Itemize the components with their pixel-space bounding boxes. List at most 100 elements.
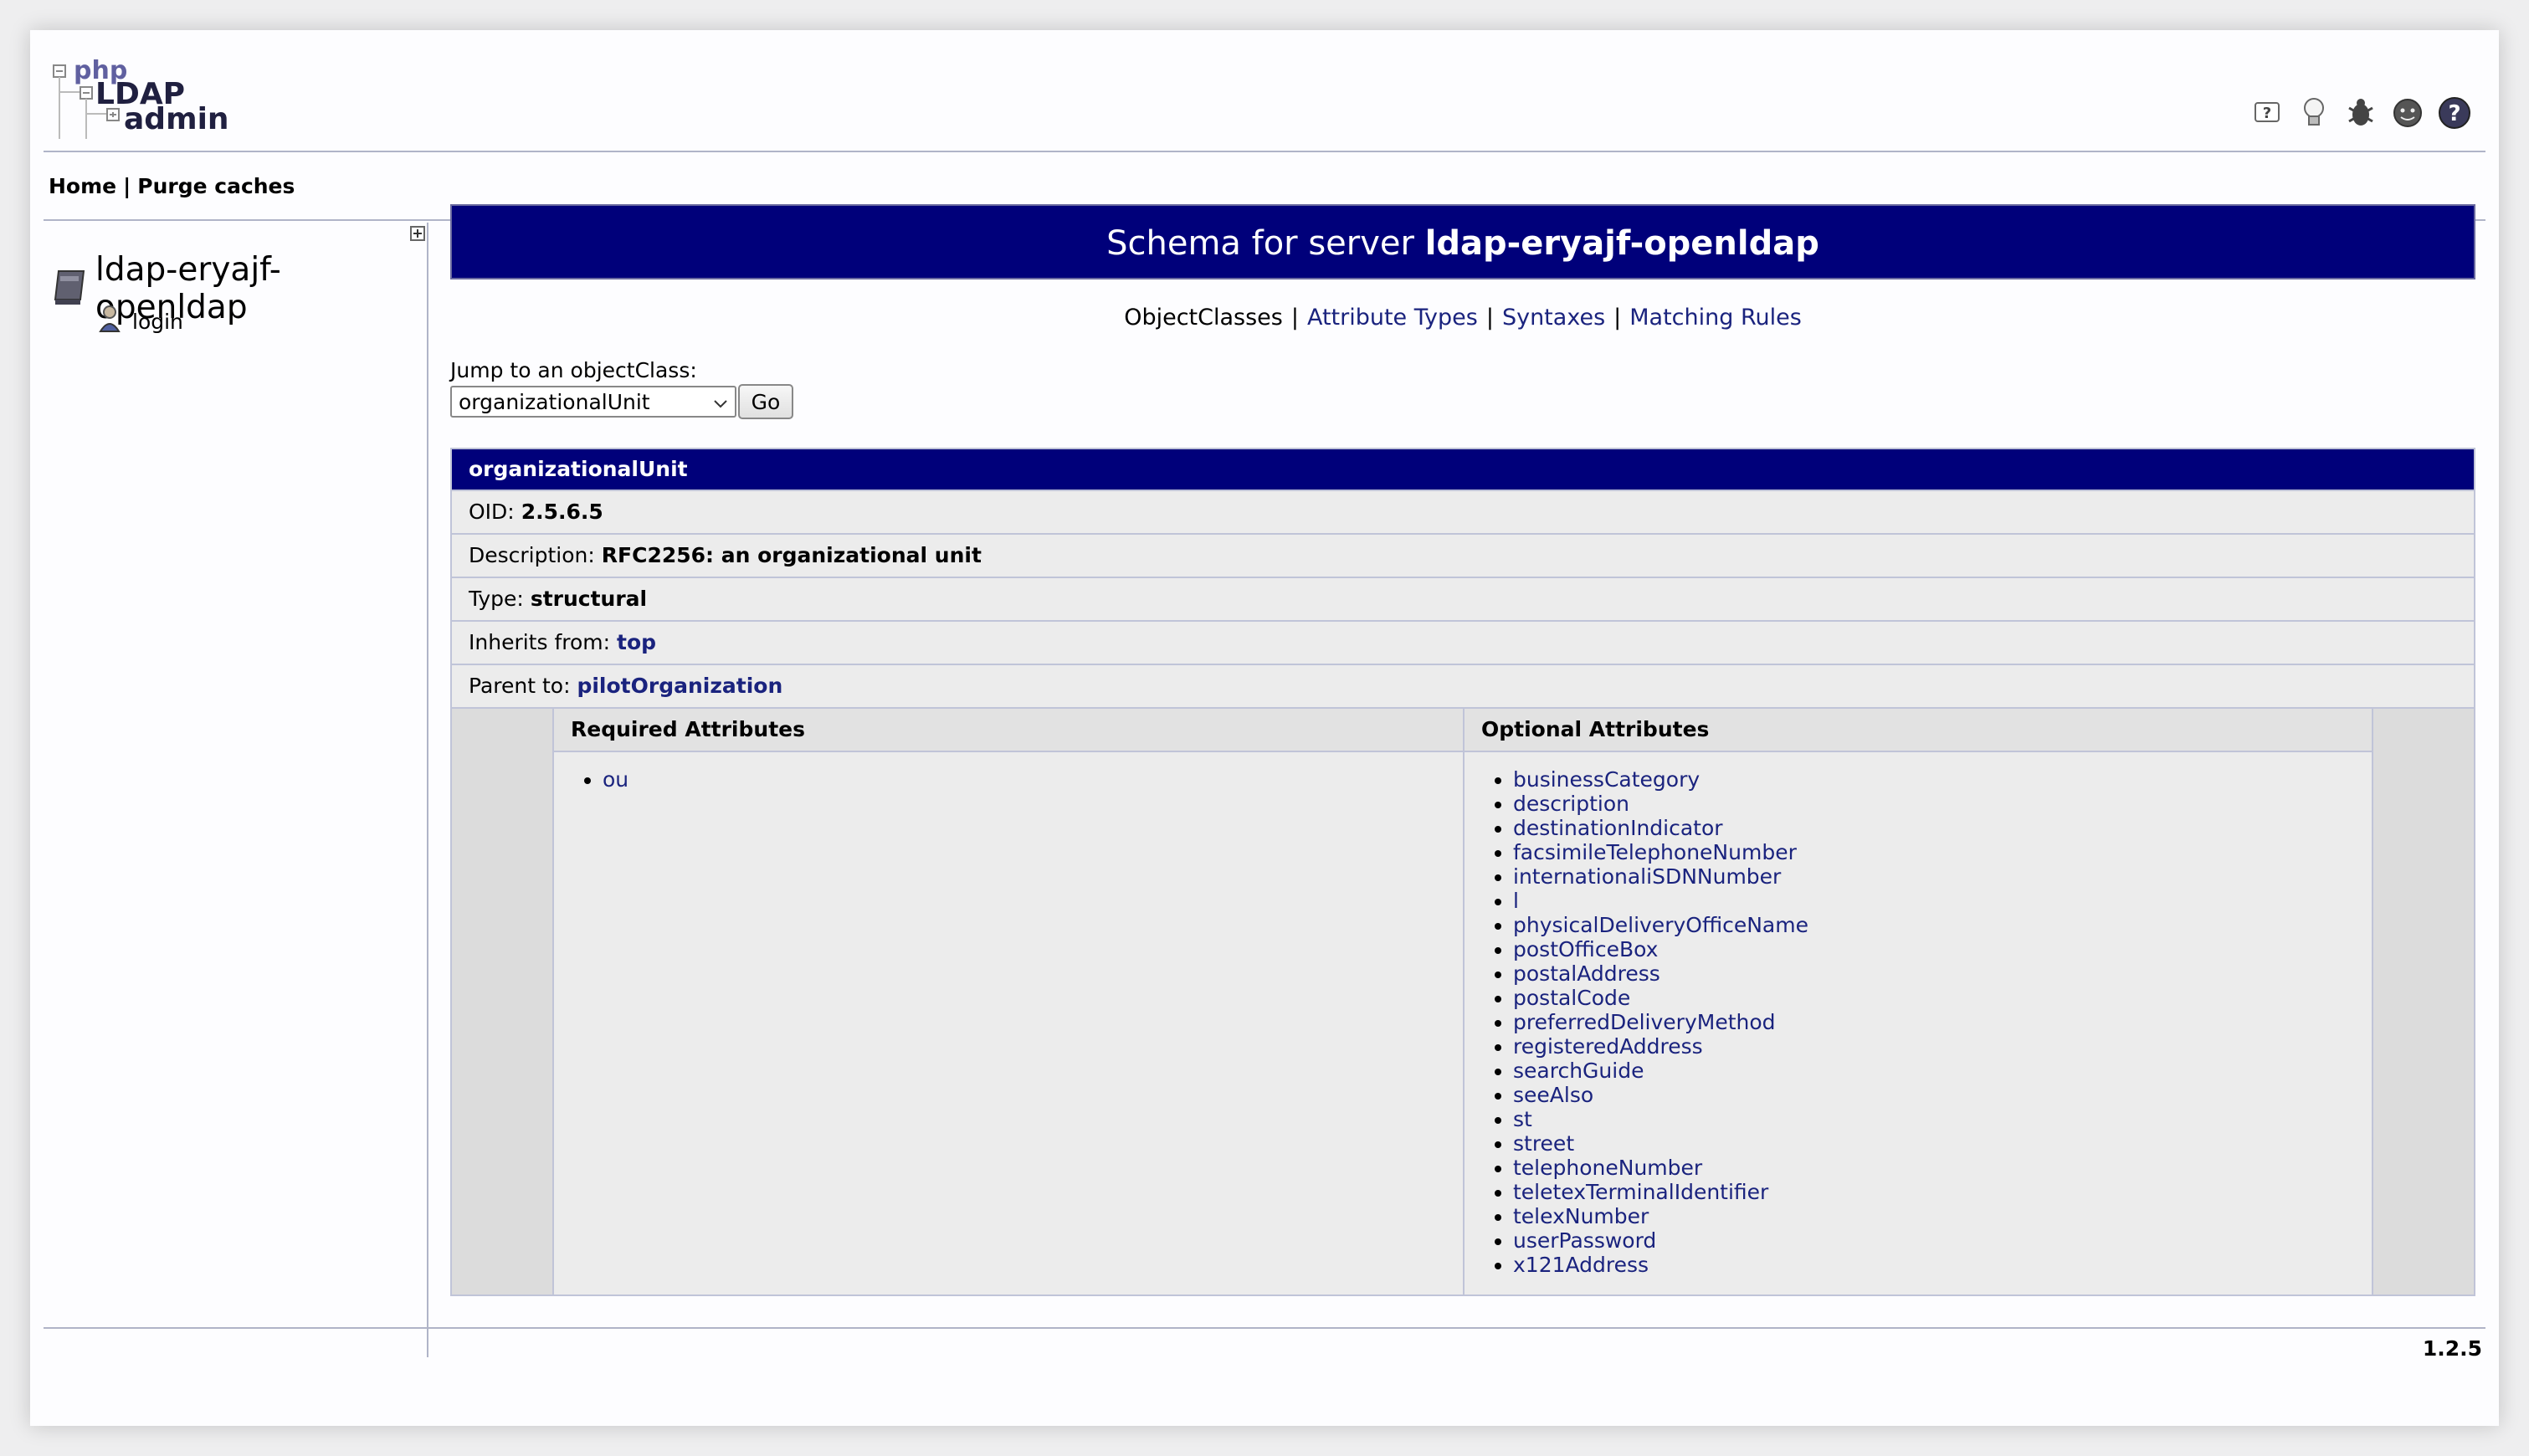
objectclass-select[interactable]: organizationalUnit	[450, 386, 736, 418]
attribute-list-item: registeredAddress	[1513, 1034, 2372, 1059]
purge-caches-link[interactable]: Purge caches	[137, 174, 295, 198]
parent-row: Parent to: pilotOrganization	[452, 664, 2474, 707]
attribute-list-item: ou	[603, 767, 1463, 792]
oid-row: OID: 2.5.6.5	[452, 490, 2474, 533]
inherits-label: Inherits from:	[469, 630, 611, 654]
attribute-link[interactable]: telexNumber	[1513, 1204, 1649, 1228]
attribute-link[interactable]: destinationIndicator	[1513, 816, 1723, 840]
attributes-section: Required Attributes ou Optional Attribut…	[452, 707, 2474, 1295]
inherits-row: Inherits from: top	[452, 620, 2474, 664]
parent-label: Parent to:	[469, 674, 571, 698]
attribute-link[interactable]: st	[1513, 1107, 1532, 1131]
attribute-list-item: postalCode	[1513, 986, 2372, 1010]
optional-attributes-column: Optional Attributes businessCategorydesc…	[1463, 709, 2373, 1295]
attribute-link[interactable]: registeredAddress	[1513, 1034, 1703, 1059]
attribute-list-item: destinationIndicator	[1513, 816, 2372, 840]
expand-icon[interactable]	[410, 226, 425, 241]
bug-icon[interactable]	[2342, 94, 2380, 132]
tab-objectclasses: ObjectClasses	[1124, 305, 1283, 331]
phpldapadmin-logo[interactable]: php LDAP admin	[52, 55, 236, 147]
attribute-link[interactable]: x121Address	[1513, 1253, 1649, 1277]
attribute-link[interactable]: teletexTerminalIdentifier	[1513, 1180, 1768, 1204]
oid-value: 2.5.6.5	[521, 500, 603, 524]
description-label: Description:	[469, 543, 595, 567]
attribute-link[interactable]: searchGuide	[1513, 1059, 1644, 1083]
attribute-link[interactable]: facsimileTelephoneNumber	[1513, 840, 1797, 864]
menu-separator: |	[123, 174, 131, 198]
oid-label: OID:	[469, 500, 515, 524]
help-icon[interactable]: ?	[2248, 94, 2286, 132]
type-value: structural	[530, 587, 648, 611]
svg-text:admin: admin	[124, 102, 229, 136]
attribute-link[interactable]: physicalDeliveryOfficeName	[1513, 913, 1808, 937]
tab-attribute-types[interactable]: Attribute Types	[1307, 305, 1478, 331]
type-label: Type:	[469, 587, 524, 611]
attribute-link[interactable]: seeAlso	[1513, 1083, 1593, 1107]
attribute-list-item: userPassword	[1513, 1228, 2372, 1253]
svg-text:?: ?	[2448, 101, 2460, 126]
attribute-list-item: st	[1513, 1107, 2372, 1131]
required-attributes-list: ou	[554, 767, 1463, 792]
attribute-link[interactable]: telephoneNumber	[1513, 1156, 1702, 1180]
chevron-down-icon	[713, 390, 728, 414]
inherits-link[interactable]: top	[617, 630, 656, 654]
attribute-list-item: seeAlso	[1513, 1083, 2372, 1107]
home-link[interactable]: Home	[49, 174, 116, 198]
description-row: Description: RFC2256: an organizational …	[452, 533, 2474, 577]
login-tree-item[interactable]: login	[99, 305, 183, 338]
jump-to-objectclass: Jump to an objectClass: organizationalUn…	[450, 358, 2475, 419]
tab-separator: |	[1290, 305, 1299, 331]
attribute-list-item: facsimileTelephoneNumber	[1513, 840, 2372, 864]
required-attributes-column: Required Attributes ou	[552, 709, 1463, 1295]
attribute-link[interactable]: ou	[603, 767, 628, 792]
attribute-link[interactable]: userPassword	[1513, 1228, 1656, 1253]
optional-attributes-header: Optional Attributes	[1465, 709, 2372, 752]
attribute-list-item: businessCategory	[1513, 767, 2372, 792]
attribute-link[interactable]: internationaliSDNNumber	[1513, 864, 1781, 889]
attribute-list-item: teletexTerminalIdentifier	[1513, 1180, 2372, 1204]
page-header: php LDAP admin ? ?	[44, 30, 2485, 152]
parent-link[interactable]: pilotOrganization	[577, 674, 782, 698]
page-title-prefix: Schema for server	[1106, 224, 1414, 263]
donate-icon[interactable]	[2388, 94, 2427, 132]
attribute-list-item: preferredDeliveryMethod	[1513, 1010, 2372, 1034]
attribute-list-item: street	[1513, 1131, 2372, 1156]
attribute-list-item: physicalDeliveryOfficeName	[1513, 913, 2372, 937]
app-window: php LDAP admin ? ? Home | Purge caches l…	[30, 30, 2499, 1426]
attribute-link[interactable]: preferredDeliveryMethod	[1513, 1010, 1776, 1034]
attribute-list-item: description	[1513, 792, 2372, 816]
left-gutter	[452, 709, 552, 1295]
go-button[interactable]: Go	[738, 384, 793, 419]
attribute-link[interactable]: businessCategory	[1513, 767, 1700, 792]
objectclass-select-value: organizationalUnit	[459, 389, 650, 414]
attribute-list-item: telexNumber	[1513, 1204, 2372, 1228]
lightbulb-icon[interactable]	[2295, 94, 2333, 132]
attribute-list-item: x121Address	[1513, 1253, 2372, 1277]
tab-separator: |	[1613, 305, 1622, 331]
attribute-link[interactable]: description	[1513, 792, 1629, 816]
server-tree-sidebar: ldap-eryajf-openldap login	[44, 223, 428, 1357]
attribute-list-item: postalAddress	[1513, 961, 2372, 986]
attribute-link[interactable]: postOfficeBox	[1513, 937, 1658, 961]
server-icon	[52, 268, 89, 310]
attribute-list-item: l	[1513, 889, 2372, 913]
tab-matching-rules[interactable]: Matching Rules	[1629, 305, 1802, 331]
attribute-link[interactable]: l	[1513, 889, 1519, 913]
user-icon	[99, 305, 121, 338]
attribute-list-item: internationaliSDNNumber	[1513, 864, 2372, 889]
version-label: 1.2.5	[2422, 1336, 2482, 1361]
required-attributes-header: Required Attributes	[554, 709, 1463, 752]
jump-label: Jump to an objectClass:	[450, 358, 697, 382]
attribute-list-item: postOfficeBox	[1513, 937, 2372, 961]
attribute-link[interactable]: street	[1513, 1131, 1574, 1156]
login-label[interactable]: login	[132, 310, 183, 334]
attribute-link[interactable]: postalCode	[1513, 986, 1630, 1010]
schema-tabs: ObjectClasses | Attribute Types | Syntaxes | M…	[450, 305, 2475, 338]
attribute-list-item: searchGuide	[1513, 1059, 2372, 1083]
support-icon[interactable]: ?	[2435, 94, 2474, 132]
tab-syntaxes[interactable]: Syntaxes	[1502, 305, 1605, 331]
attribute-link[interactable]: postalAddress	[1513, 961, 1660, 986]
top-toolbar: ? ?	[2248, 94, 2474, 132]
optional-attributes-list: businessCategorydescriptiondestinationIn…	[1465, 767, 2372, 1277]
page-title-server: ldap-eryajf-openldap	[1424, 224, 1819, 263]
